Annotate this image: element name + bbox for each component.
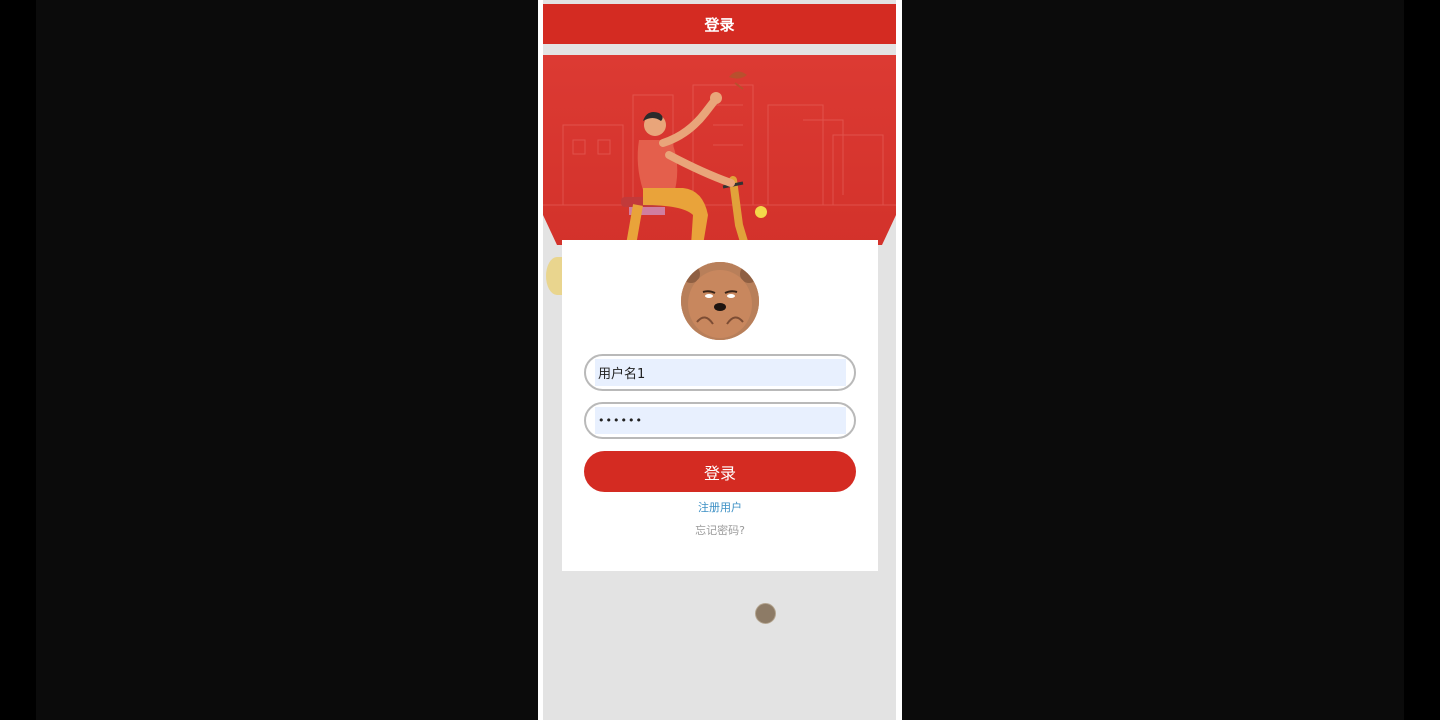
desktop-backdrop: 登录 用户名1 •••••• 登录 注册用户 忘记密码?	[0, 0, 1440, 720]
password-field[interactable]: ••••••	[584, 402, 856, 439]
bear-face-graphic	[681, 262, 759, 340]
register-link[interactable]: 注册用户	[562, 499, 878, 515]
login-card: •••••• 登录 注册用户 忘记密码?	[562, 240, 878, 571]
right-frame-edge	[1404, 0, 1440, 720]
top-header-bar: 登录	[543, 4, 896, 44]
hero-banner	[543, 55, 896, 245]
forgot-password-link[interactable]: 忘记密码?	[562, 522, 878, 538]
username-field[interactable]	[584, 354, 856, 391]
phone-frame: 登录 用户名1 •••••• 登录 注册用户 忘记密码?	[538, 0, 902, 720]
page-title: 登录	[704, 15, 735, 34]
password-input[interactable]: ••••••	[595, 407, 846, 434]
login-button[interactable]: 登录	[584, 451, 856, 492]
floating-dot-icon[interactable]	[755, 603, 776, 624]
app-screen: 登录 用户名1 •••••• 登录 注册用户 忘记密码?	[543, 0, 896, 720]
left-frame-edge	[0, 0, 36, 720]
username-input[interactable]	[595, 359, 846, 386]
cyclist-illustration	[543, 71, 896, 245]
bear-avatar-icon	[681, 262, 759, 340]
